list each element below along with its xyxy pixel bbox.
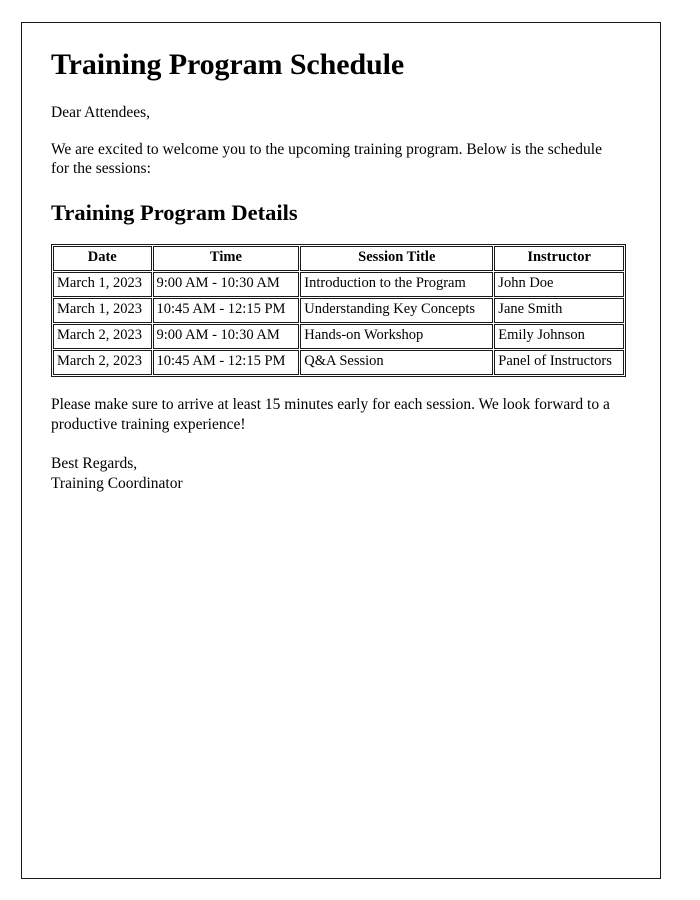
cell-date: March 1, 2023 [53,297,152,323]
cell-date: March 2, 2023 [53,323,152,349]
column-header-session: Session Title [300,245,494,271]
signoff-greeting: Best Regards, [51,455,138,473]
signoff-sender: Training Coordinator [51,474,183,492]
cell-time: 9:00 AM - 10:30 AM [152,323,300,349]
cell-instructor: Emily Johnson [494,323,624,349]
cell-time: 10:45 AM - 12:15 PM [152,349,300,375]
cell-session: Hands-on Workshop [300,323,494,349]
page-title: Training Program Schedule [51,48,405,81]
cell-date: March 1, 2023 [53,271,152,297]
closing-paragraph: Please make sure to arrive at least 15 m… [51,395,610,433]
table-header: Date Time Session Title Instructor [53,245,624,271]
cell-time: 10:45 AM - 12:15 PM [152,297,300,323]
salutation-text: Dear Attendees, [51,104,150,122]
signoff-block: Best Regards, Training Coordinator [51,454,632,493]
table-row: March 2, 2023 10:45 AM - 12:15 PM Q&A Se… [53,349,624,375]
column-header-date: Date [53,245,152,271]
table-row: March 1, 2023 10:45 AM - 12:15 PM Unders… [53,297,624,323]
cell-session: Understanding Key Concepts [300,297,494,323]
cell-instructor: Jane Smith [494,297,624,323]
table-body: March 1, 2023 9:00 AM - 10:30 AM Introdu… [53,271,624,375]
table-row: March 2, 2023 9:00 AM - 10:30 AM Hands-o… [53,323,624,349]
cell-instructor: Panel of Instructors [494,349,624,375]
document-body: Training Program Schedule Dear Attendees… [22,23,660,494]
schedule-table-container: Date Time Session Title Instructor March… [51,243,632,377]
cell-time: 9:00 AM - 10:30 AM [152,271,300,297]
cell-session: Introduction to the Program [300,271,494,297]
cell-date: March 2, 2023 [53,349,152,375]
table-header-row: Date Time Session Title Instructor [53,245,624,271]
column-header-instructor: Instructor [494,245,624,271]
cell-session: Q&A Session [300,349,494,375]
section-heading-training-program-details: Training Program Details [51,200,298,226]
cell-instructor: John Doe [494,271,624,297]
document-page: Training Program Schedule Dear Attendees… [21,22,661,879]
column-header-time: Time [152,245,300,271]
schedule-table: Date Time Session Title Instructor March… [51,243,626,377]
table-row: March 1, 2023 9:00 AM - 10:30 AM Introdu… [53,271,624,297]
intro-paragraph: We are excited to welcome you to the upc… [51,140,602,178]
